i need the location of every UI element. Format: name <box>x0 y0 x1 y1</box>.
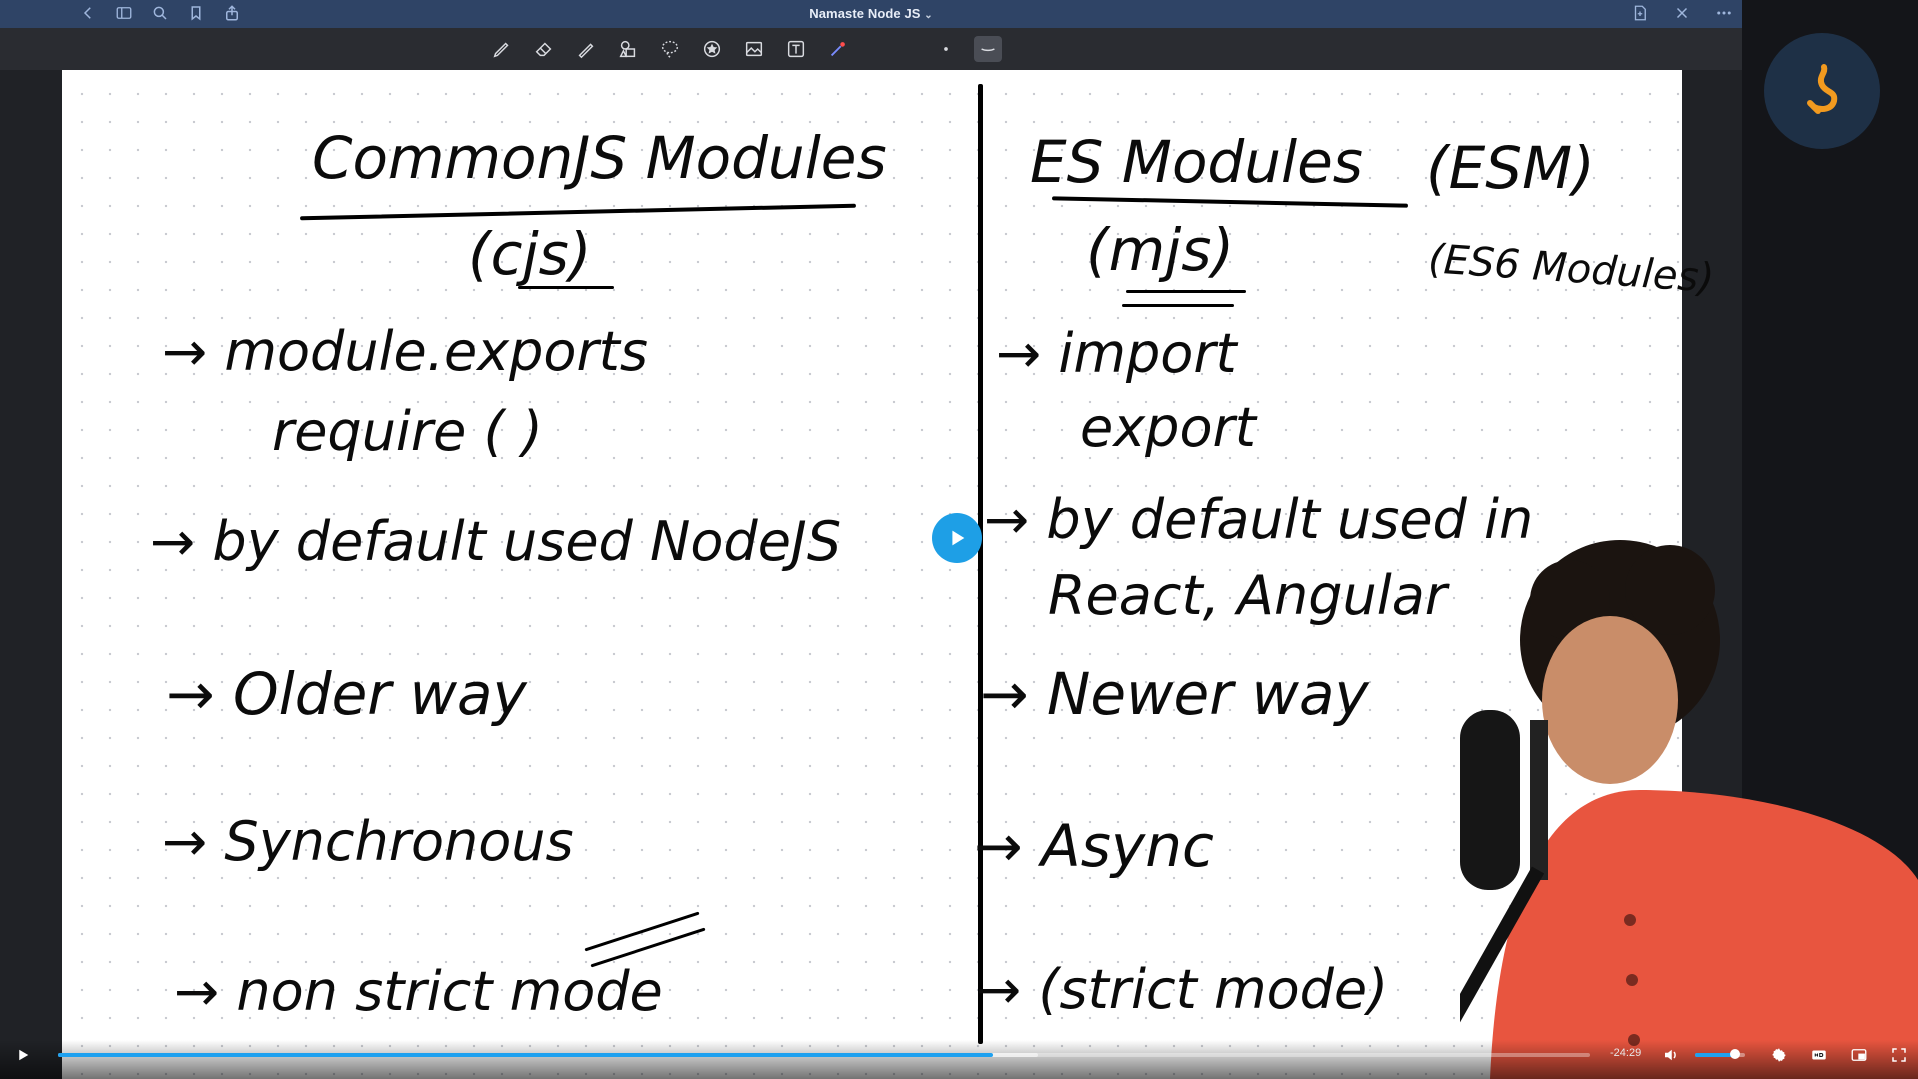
title-bar: Namaste Node JS ⌄ <box>0 0 1742 28</box>
left-point-require: require ( ) <box>272 400 543 463</box>
highlighter-icon[interactable] <box>572 36 600 62</box>
laser-icon[interactable] <box>824 36 852 62</box>
play-icon[interactable] <box>14 1044 32 1066</box>
add-page-icon[interactable] <box>1630 3 1650 23</box>
right-heading-paren: (ESM) <box>1426 134 1595 202</box>
drawing-toolbar <box>0 28 1742 70</box>
chevron-down-icon: ⌄ <box>924 10 933 21</box>
left-point-exports: → module.exports <box>162 320 648 383</box>
more-icon[interactable] <box>1714 3 1734 23</box>
volume-knob[interactable] <box>1730 1049 1740 1059</box>
image-icon[interactable] <box>740 36 768 62</box>
settings-gear-icon[interactable] <box>1770 1044 1788 1066</box>
left-heading: CommonJS Modules <box>312 124 887 192</box>
left-point-older: → Older way <box>166 660 527 728</box>
video-controls <box>0 1040 1918 1079</box>
right-alt-name: (ES6 Modules) <box>1426 236 1716 302</box>
right-point-frameworks: React, Angular <box>1048 564 1447 627</box>
left-sub-underline <box>518 286 614 289</box>
time-remaining: -24:29 <box>1610 1047 1642 1059</box>
right-point-import: → import <box>996 322 1237 385</box>
note-page[interactable]: CommonJS Modules (cjs) → module.exports … <box>62 70 1716 1079</box>
left-point-nonstrict: → non strict mode <box>174 960 663 1023</box>
left-point-sync: → Synchronous <box>162 810 574 873</box>
titlebar-right-actions <box>1630 3 1734 23</box>
sticker-icon[interactable] <box>698 36 726 62</box>
right-subheading: (mjs) <box>1086 216 1235 284</box>
column-divider <box>978 84 983 1044</box>
fullscreen-icon[interactable] <box>1890 1044 1908 1066</box>
volume-icon[interactable] <box>1662 1044 1680 1066</box>
right-point-export: export <box>1080 396 1256 459</box>
channel-logo <box>1764 33 1880 149</box>
close-icon[interactable] <box>1672 3 1692 23</box>
eraser-icon[interactable] <box>530 36 558 62</box>
right-heading: ES Modules <box>1030 128 1364 196</box>
video-progress-bar[interactable] <box>58 1053 1590 1057</box>
logo-mark-icon <box>1807 64 1838 114</box>
dot-icon[interactable] <box>932 36 960 62</box>
hd-quality-icon[interactable] <box>1810 1044 1828 1066</box>
picture-in-picture-icon[interactable] <box>1850 1044 1868 1066</box>
right-sub-underline <box>1126 290 1246 293</box>
right-sub-underline-2 <box>1122 304 1234 307</box>
right-point-default: → by default used in <box>984 488 1534 551</box>
lasso-icon[interactable] <box>656 36 684 62</box>
shapes-icon[interactable] <box>614 36 642 62</box>
right-point-newer: → Newer way <box>980 660 1369 728</box>
left-point-default: → by default used NodeJS <box>150 510 842 573</box>
volume-level <box>1695 1053 1735 1057</box>
pen-icon[interactable] <box>488 36 516 62</box>
presenter-video <box>1460 520 1918 1079</box>
played-bar <box>58 1053 993 1057</box>
document-title[interactable]: Namaste Node JS ⌄ <box>0 6 1742 21</box>
video-play-button[interactable] <box>932 513 982 563</box>
left-emphasis-mark <box>584 911 700 952</box>
left-heading-underline <box>300 203 856 221</box>
right-heading-underline <box>1051 196 1409 208</box>
right-point-async: → Async <box>974 812 1214 880</box>
stroke-icon[interactable] <box>974 36 1002 62</box>
text-icon[interactable] <box>782 36 810 62</box>
left-subheading: (cjs) <box>468 220 592 288</box>
right-point-strict: → (strict mode) <box>976 958 1389 1021</box>
volume-slider[interactable] <box>1695 1049 1745 1059</box>
document-title-text: Namaste Node JS <box>809 6 921 21</box>
play-icon <box>952 530 965 546</box>
